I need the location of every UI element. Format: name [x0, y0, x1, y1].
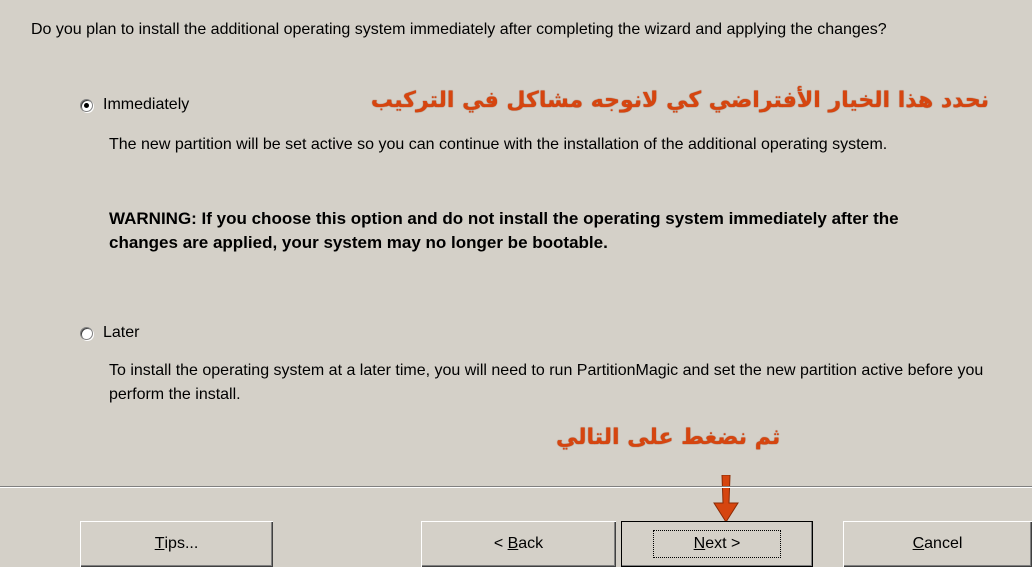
immediately-description: The new partition will be set active so … [109, 136, 888, 153]
tips-button[interactable]: Tips... [80, 521, 273, 567]
default-choice-annotation: نحدد هذا الخيار الأفتراضي كي لانوجه مشاك… [370, 88, 989, 113]
later-radio[interactable] [80, 326, 93, 340]
click-next-annotation: ثم نضغط على التالي [556, 425, 781, 450]
cancel-button[interactable]: Cancel [843, 521, 1032, 567]
next-button[interactable]: Next > [621, 521, 813, 567]
back-button[interactable]: < Back [421, 521, 616, 567]
warning-text: WARNING: If you choose this option and d… [109, 209, 899, 252]
down-arrow-icon [713, 475, 739, 523]
later-description: To install the operating system at a lat… [109, 362, 984, 403]
wizard-page: Do you plan to install the additional op… [0, 0, 1032, 567]
immediately-radio[interactable] [80, 98, 93, 112]
immediately-label[interactable]: Immediately [103, 96, 189, 114]
focus-rect: Next > [652, 530, 782, 558]
question-text: Do you plan to install the additional op… [31, 21, 887, 38]
immediately-option[interactable]: Immediately [80, 96, 189, 114]
later-option[interactable]: Later [80, 324, 139, 342]
later-label[interactable]: Later [103, 324, 139, 342]
